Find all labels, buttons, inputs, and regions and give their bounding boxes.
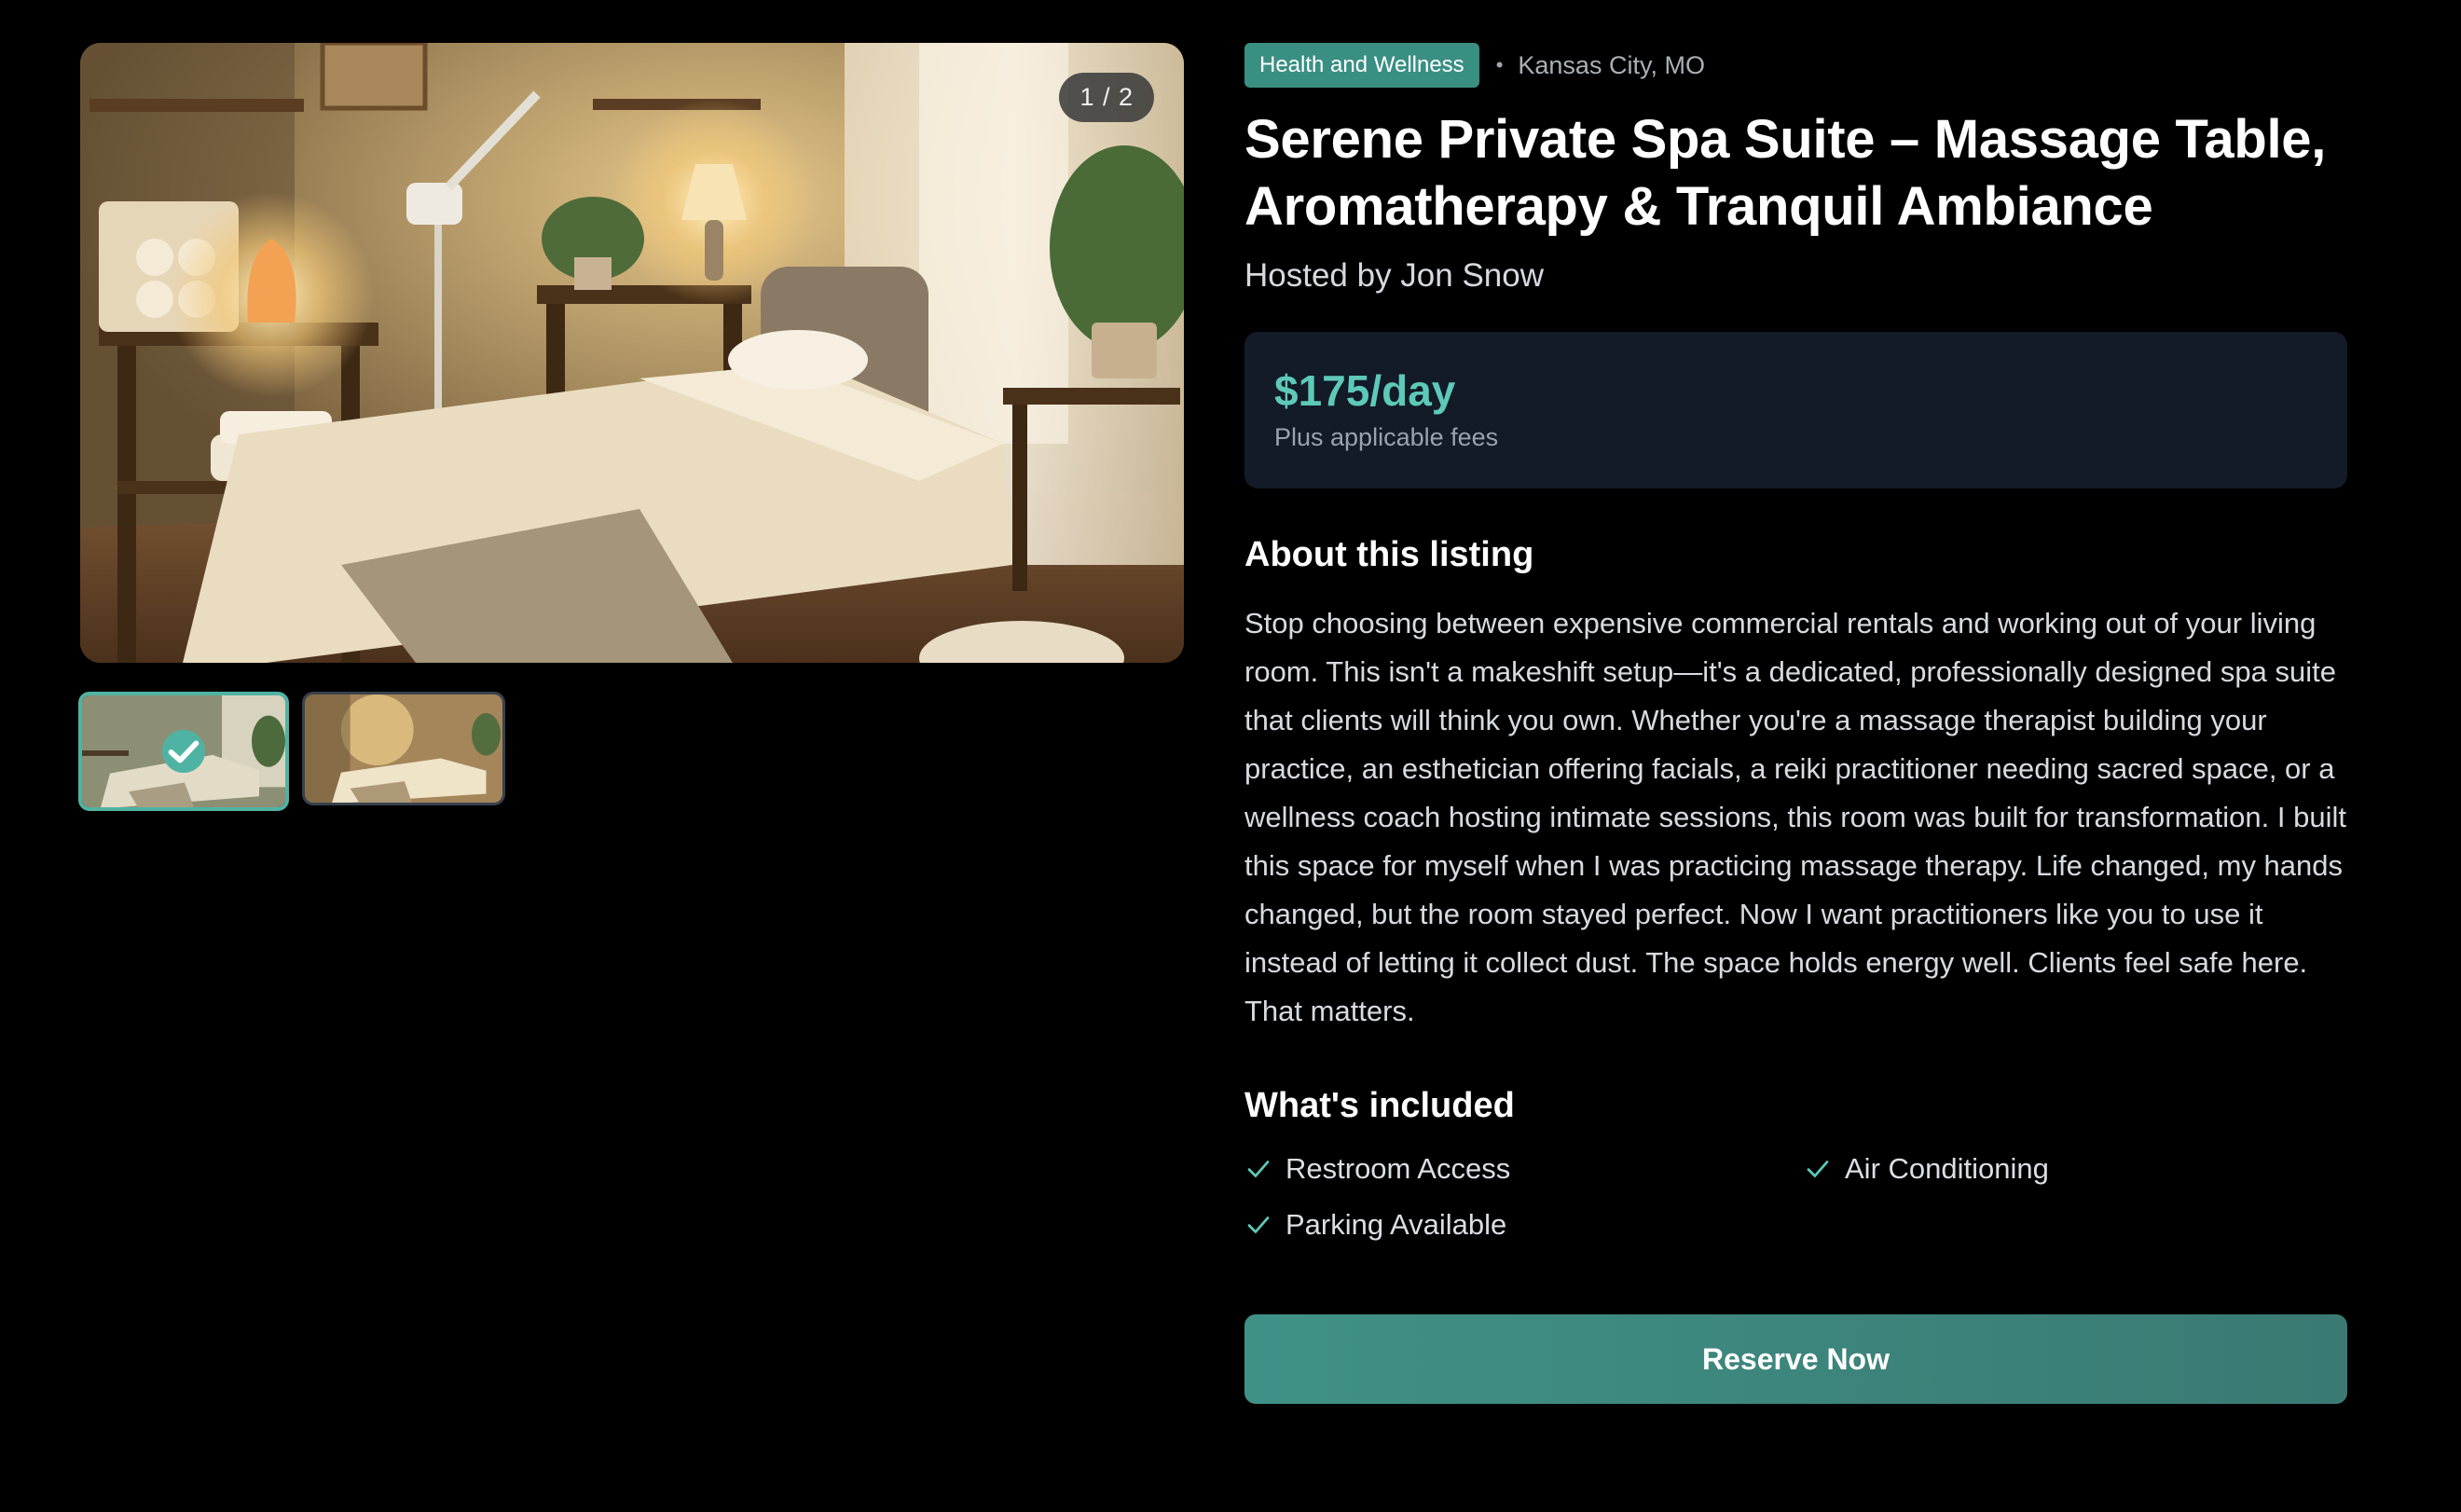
amenities-list: Restroom Access Air Conditioning Parking… bbox=[1244, 1152, 2347, 1242]
photo-counter: 1 / 2 bbox=[1059, 73, 1154, 122]
check-icon bbox=[1247, 1161, 1270, 1177]
amenity-label: Parking Available bbox=[1285, 1208, 1507, 1241]
check-icon bbox=[1247, 1216, 1270, 1233]
about-heading: About this listing bbox=[1244, 535, 1534, 574]
category-badge[interactable]: Health and Wellness bbox=[1244, 43, 1479, 88]
thumbnail-strip bbox=[78, 692, 505, 811]
thumbnail-1[interactable] bbox=[78, 692, 289, 811]
selected-check-icon bbox=[162, 730, 205, 773]
amenity-item: Restroom Access bbox=[1244, 1152, 1804, 1186]
thumbnail-2[interactable] bbox=[302, 692, 505, 805]
massage-room-photo bbox=[80, 43, 1184, 663]
amenity-item: Parking Available bbox=[1244, 1208, 1804, 1242]
check-icon bbox=[1807, 1161, 1829, 1177]
amenity-label: Restroom Access bbox=[1285, 1152, 1511, 1185]
main-photo[interactable]: 1 / 2 bbox=[80, 43, 1184, 663]
amenity-item: Air Conditioning bbox=[1804, 1152, 2344, 1186]
location-text: Kansas City, MO bbox=[1518, 50, 1705, 79]
massage-room-photo-2 bbox=[305, 694, 502, 803]
listing-description: Stop choosing between expensive commerci… bbox=[1244, 607, 2346, 1027]
separator-dot: • bbox=[1495, 53, 1504, 76]
host-name: Hosted by Jon Snow bbox=[1244, 257, 1545, 294]
listing-details: Health and Wellness • Kansas City, MO Se… bbox=[1244, 43, 2347, 1404]
included-heading: What's included bbox=[1244, 1086, 1515, 1125]
amenity-label: Air Conditioning bbox=[1845, 1152, 2049, 1185]
listing-title: Serene Private Spa Suite – Massage Table… bbox=[1244, 109, 2327, 237]
price-card: $175/day Plus applicable fees bbox=[1244, 332, 2347, 488]
listing-meta: Health and Wellness • Kansas City, MO bbox=[1244, 43, 2347, 88]
reserve-now-button[interactable]: Reserve Now bbox=[1244, 1314, 2347, 1404]
price-note: Plus applicable fees bbox=[1274, 423, 1499, 451]
price-amount: $175/day bbox=[1274, 366, 1456, 415]
